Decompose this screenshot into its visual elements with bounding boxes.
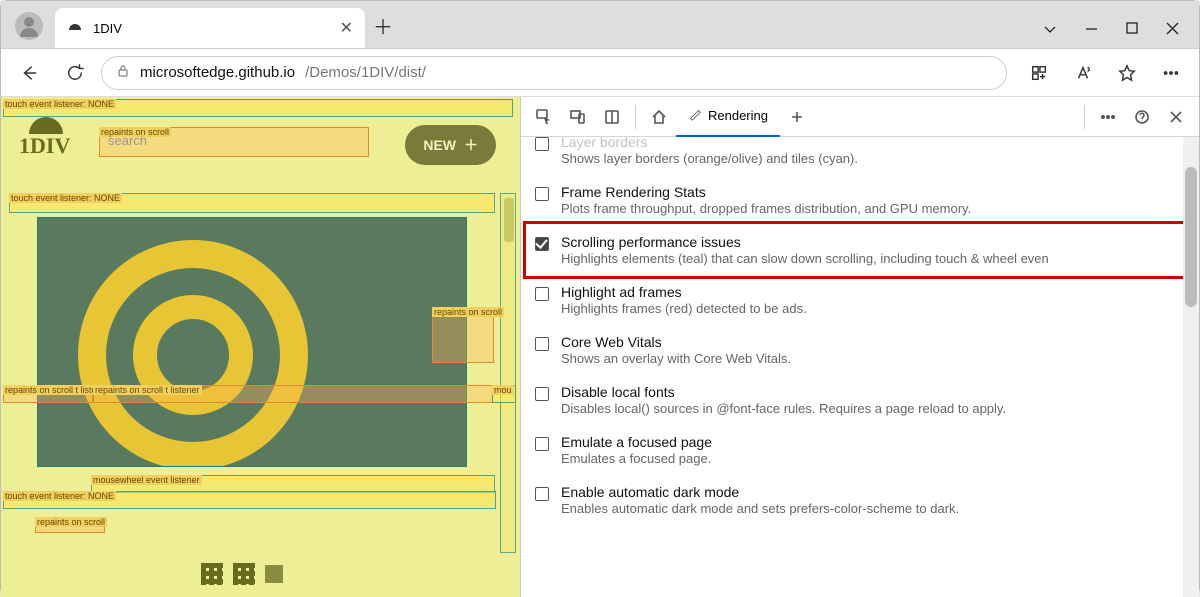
- checkbox[interactable]: [535, 337, 549, 351]
- device-icon[interactable]: [561, 100, 595, 134]
- overlay-touch: touch event listener: NONE: [3, 99, 513, 117]
- collections-icon[interactable]: [1019, 53, 1059, 93]
- devtools-scrollbar[interactable]: [1183, 137, 1199, 597]
- rendering-option: Emulate a focused pageEmulates a focused…: [535, 425, 1185, 475]
- checkbox[interactable]: [535, 187, 549, 201]
- option-title: Core Web Vitals: [561, 334, 791, 350]
- devtools-panel: Rendering Layer bordersShows layer borde…: [521, 97, 1199, 597]
- new-tab-button[interactable]: ＋: [365, 11, 401, 40]
- overlay-repaints: repaints on scroll: [432, 307, 494, 363]
- add-tab-button[interactable]: [780, 100, 814, 134]
- more-icon[interactable]: [1091, 100, 1125, 134]
- option-title: Frame Rendering Stats: [561, 184, 971, 200]
- brush-icon: [688, 107, 702, 124]
- favorite-icon[interactable]: [1107, 53, 1147, 93]
- checkbox[interactable]: [535, 487, 549, 501]
- grid-icon: [201, 563, 223, 585]
- devtools-tabbar: Rendering: [521, 97, 1199, 137]
- help-icon[interactable]: [1125, 100, 1159, 134]
- dock-icon[interactable]: [595, 100, 629, 134]
- layout-toggle[interactable]: [201, 563, 283, 585]
- rendering-options: Layer bordersShows layer borders (orange…: [521, 137, 1199, 597]
- search-input[interactable]: searchrepaints on scroll: [99, 127, 369, 157]
- back-button[interactable]: [9, 53, 49, 93]
- checkbox[interactable]: [535, 137, 549, 151]
- checkbox[interactable]: [535, 437, 549, 451]
- logo-icon: [29, 117, 63, 134]
- demo-card[interactable]: [37, 217, 467, 467]
- option-title: Emulate a focused page: [561, 434, 712, 450]
- overlay-repaints: repaints on scroll t liste: [3, 385, 93, 403]
- checkbox[interactable]: [535, 287, 549, 301]
- option-title: Disable local fonts: [561, 384, 1006, 400]
- app-logo: 1DIV: [19, 133, 70, 159]
- option-title: Highlight ad frames: [561, 284, 807, 300]
- scroll-thumb[interactable]: [1185, 167, 1197, 307]
- grid-icon: [233, 563, 255, 585]
- browser-titlebar: 1DIV ✕ ＋: [1, 1, 1199, 49]
- chevron-down-icon[interactable]: [1043, 22, 1057, 36]
- overlay-repaints: repaints on scroll t listener: [93, 385, 493, 403]
- read-aloud-icon[interactable]: [1063, 53, 1103, 93]
- close-icon[interactable]: [1159, 100, 1193, 134]
- address-bar[interactable]: microsoftedge.github.io/Demos/1DIV/dist/: [101, 56, 1007, 90]
- option-title: Enable automatic dark mode: [561, 484, 959, 500]
- page-scrollbar[interactable]: [500, 193, 516, 553]
- lock-icon: [116, 64, 130, 82]
- option-desc: Shows layer borders (orange/olive) and t…: [561, 151, 858, 166]
- more-icon[interactable]: [1151, 53, 1191, 93]
- tab-favicon: [67, 20, 83, 36]
- webpage-preview: touch event listener: NONE 1DIV searchre…: [1, 97, 521, 597]
- rendering-option: Disable local fontsDisables local() sour…: [535, 375, 1185, 425]
- close-icon[interactable]: ✕: [340, 18, 353, 38]
- inspect-icon[interactable]: [527, 100, 561, 134]
- home-icon[interactable]: [642, 100, 676, 134]
- refresh-button[interactable]: [55, 53, 95, 93]
- url-path: /Demos/1DIV/dist/: [305, 64, 426, 81]
- rendering-option: Enable automatic dark modeEnables automa…: [535, 475, 1185, 525]
- minimize-icon[interactable]: [1085, 22, 1098, 36]
- overlay-mou: mou: [492, 385, 516, 403]
- profile-avatar[interactable]: [15, 12, 43, 40]
- highlight-box: [523, 221, 1199, 279]
- browser-tab[interactable]: 1DIV ✕: [55, 8, 365, 48]
- tab-rendering[interactable]: Rendering: [676, 97, 780, 137]
- checkbox[interactable]: [535, 387, 549, 401]
- rendering-option: Core Web VitalsShows an overlay with Cor…: [535, 325, 1185, 375]
- url-toolbar: microsoftedge.github.io/Demos/1DIV/dist/: [1, 49, 1199, 97]
- rendering-option: Layer bordersShows layer borders (orange…: [535, 137, 1185, 175]
- overlay-repaints: repaints on scroll: [35, 517, 105, 533]
- option-desc: Plots frame throughput, dropped frames d…: [561, 201, 971, 216]
- option-desc: Disables local() sources in @font-face r…: [561, 401, 1006, 416]
- overlay-touch: touch event listener: NONE: [3, 491, 496, 509]
- rendering-option: Highlight ad framesHighlights frames (re…: [535, 275, 1185, 325]
- option-desc: Shows an overlay with Core Web Vitals.: [561, 351, 791, 366]
- option-title: Layer borders: [561, 137, 858, 150]
- maximize-icon[interactable]: [1126, 22, 1138, 36]
- option-desc: Highlights frames (red) detected to be a…: [561, 301, 807, 316]
- option-desc: Enables automatic dark mode and sets pre…: [561, 501, 959, 516]
- window-close-icon[interactable]: [1166, 22, 1179, 36]
- rendering-option: Frame Rendering StatsPlots frame through…: [535, 175, 1185, 225]
- new-button[interactable]: NEW＋: [405, 125, 496, 165]
- plus-icon: ＋: [464, 135, 478, 155]
- tab-title: 1DIV: [93, 21, 330, 36]
- option-desc: Emulates a focused page.: [561, 451, 712, 466]
- square-icon: [265, 565, 283, 583]
- overlay-touch: touch event listener: NONE: [9, 193, 495, 213]
- url-host: microsoftedge.github.io: [140, 64, 295, 81]
- rendering-option: Scrolling performance issuesHighlights e…: [535, 225, 1185, 275]
